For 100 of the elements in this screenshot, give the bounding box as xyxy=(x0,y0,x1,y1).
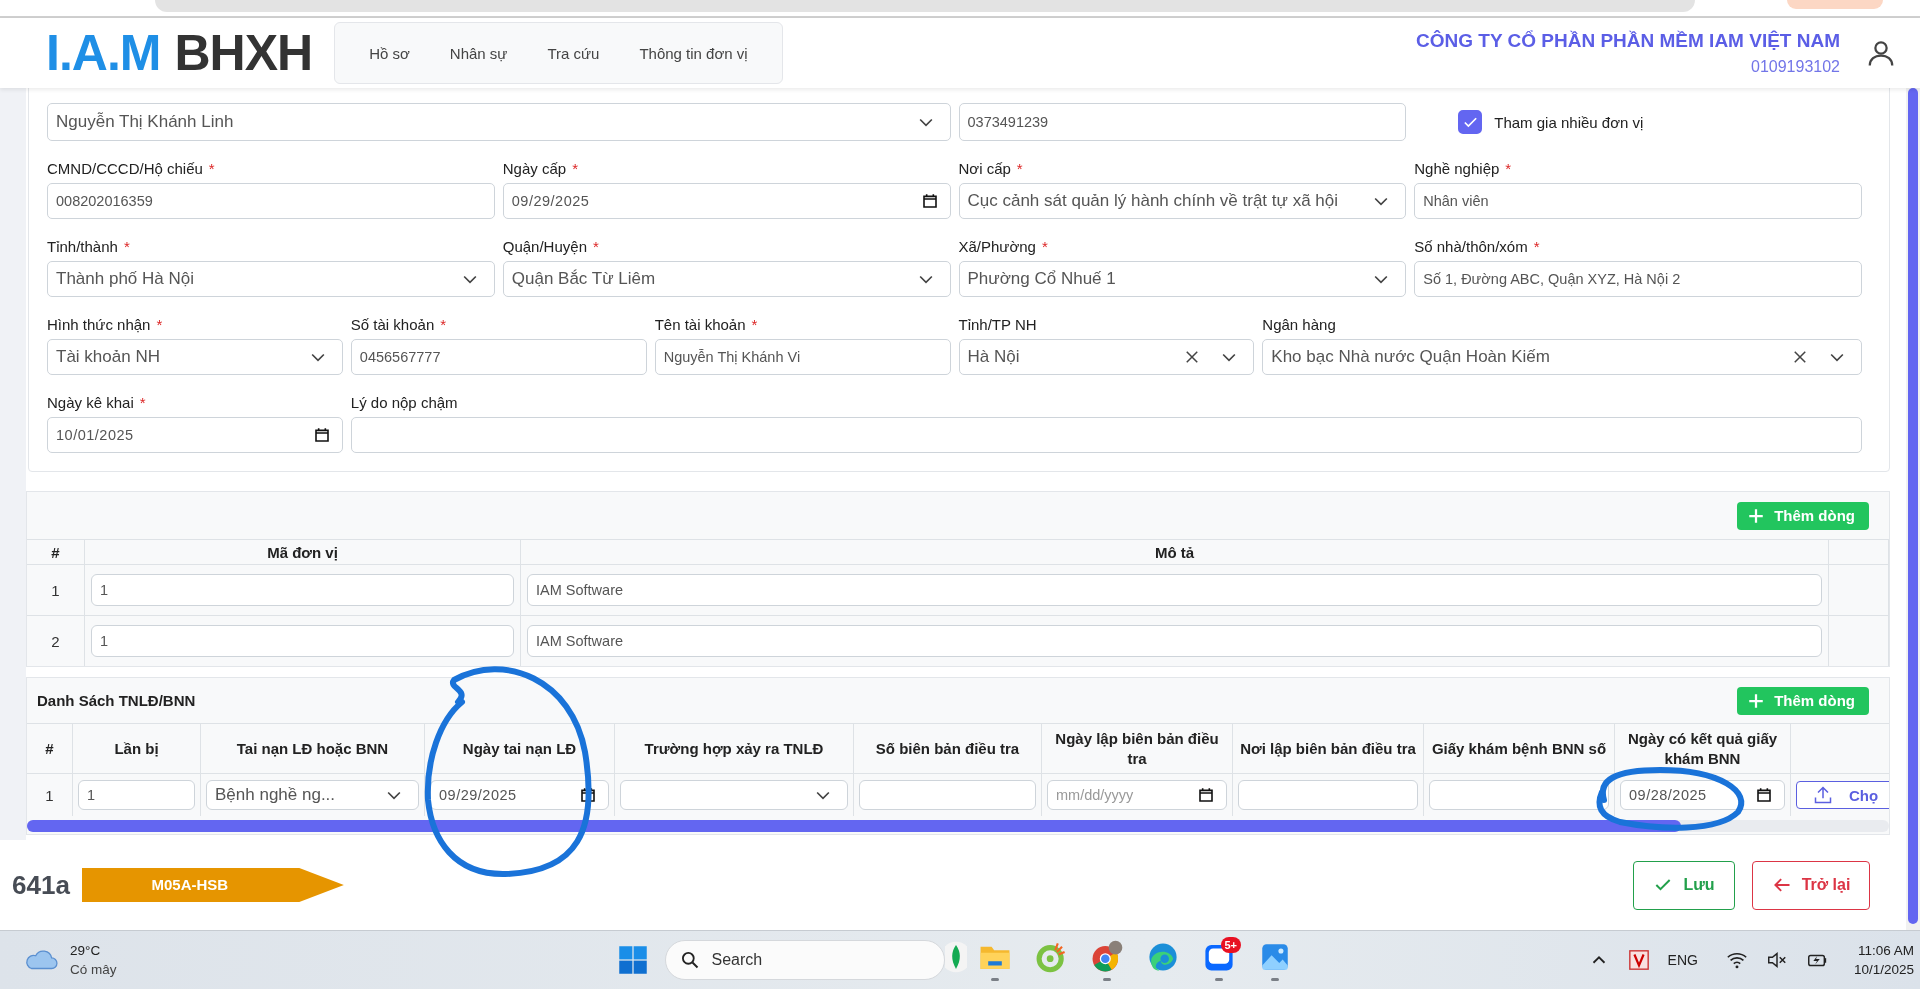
field-label: Nghề nghiệp xyxy=(1414,160,1500,177)
text-field[interactable]: 008202016359 xyxy=(47,183,495,219)
required-mark: * xyxy=(440,316,447,333)
text-field[interactable]: 1 xyxy=(78,780,195,810)
select-field[interactable]: Bệnh nghề ng... xyxy=(206,780,419,810)
form-tag: M05A-HSB xyxy=(81,868,344,902)
column-header: Mã đơn vị xyxy=(85,539,521,564)
select-field[interactable]: Thành phố Hà Nội xyxy=(47,261,495,297)
back-button[interactable]: Trở lại xyxy=(1752,860,1870,910)
select-field[interactable]: Cục cảnh sát quản lý hành chính về trật tự xã hội xyxy=(958,183,1407,219)
field-label: Ngày kê khai xyxy=(47,394,134,411)
scrollbar-thumb[interactable] xyxy=(1908,88,1918,924)
notification-badge: 5+ xyxy=(1220,937,1242,953)
calendar-icon[interactable] xyxy=(313,427,330,443)
column-header: # xyxy=(27,539,85,564)
windows-start-icon[interactable] xyxy=(617,945,648,975)
nav-tab[interactable]: Thông tin đơn vị xyxy=(619,38,768,68)
field-label: Tỉnh/TP NH xyxy=(958,316,1037,333)
required-mark: * xyxy=(593,238,599,255)
required-mark: * xyxy=(156,316,163,333)
text-field[interactable]: Nhân viên xyxy=(1414,183,1862,219)
field-label: Quận/Huyện xyxy=(502,238,587,255)
date-field[interactable]: 09/29/2025 xyxy=(430,780,609,810)
calendar-icon[interactable] xyxy=(1756,787,1772,803)
weather-condition: Có mây xyxy=(70,961,117,979)
field-label: Tỉnh/thành xyxy=(47,238,118,255)
field-label: Hình thức nhận xyxy=(47,316,151,333)
column-header: Nơi lập biên bản điều tra xyxy=(1233,723,1424,773)
required-mark: * xyxy=(751,316,758,333)
clock-time[interactable]: 11:06 AM xyxy=(1853,941,1914,960)
logo-text: BHXH xyxy=(174,24,313,82)
field-label: Ngày cấp xyxy=(502,160,567,177)
language-indicator[interactable]: ENG xyxy=(1667,952,1698,968)
row-number: 1 xyxy=(27,773,73,816)
text-field[interactable]: Nguyễn Thị Khánh Vi xyxy=(654,339,951,375)
calendar-icon[interactable] xyxy=(580,787,596,803)
select-field[interactable]: Phường Cổ Nhuế 1 xyxy=(958,261,1407,297)
plus-icon xyxy=(1747,506,1766,525)
form-code: 641a xyxy=(12,869,70,901)
app-icon[interactable] xyxy=(1627,949,1650,971)
calendar-icon[interactable] xyxy=(921,193,938,209)
search-icon xyxy=(679,950,700,970)
text-field[interactable]: 0456567777 xyxy=(350,339,647,375)
column-header: Tai nạn LĐ hoặc BNN xyxy=(201,723,425,773)
select-field[interactable]: Tài khoản NH xyxy=(47,339,343,375)
table-title: Danh Sách TNLĐ/BNN xyxy=(37,692,196,709)
upload-icon xyxy=(1813,785,1833,805)
search-field[interactable]: Search xyxy=(664,940,945,980)
column-header: Số biên bản điều tra xyxy=(854,723,1042,773)
plus-icon xyxy=(1747,691,1766,710)
text-field[interactable]: 1 xyxy=(91,574,514,606)
text-field[interactable]: 1 xyxy=(91,625,514,657)
text-field[interactable]: IAM Software xyxy=(527,574,1822,606)
company-name: CÔNG TY CỔ PHẦN PHẦN MỀM IAM VIỆT NAM xyxy=(1416,30,1840,52)
row-number: 2 xyxy=(27,615,85,666)
checkbox[interactable] xyxy=(1458,110,1483,134)
text-field[interactable]: 0373491239 xyxy=(958,103,1407,141)
speaker-muted-icon[interactable] xyxy=(1765,949,1788,971)
column-header: Ngày có kết quả giấy khám BNN xyxy=(1615,723,1791,773)
field-label: Số nhà/thôn/xóm xyxy=(1414,238,1528,255)
text-field[interactable] xyxy=(350,417,1862,453)
select-field[interactable] xyxy=(620,780,848,810)
text-field[interactable]: Số 1, Đường ABC, Quận XYZ, Hà Nội 2 xyxy=(1414,261,1862,297)
field-label: Ngân hàng xyxy=(1262,316,1336,333)
nav-tab[interactable]: Tra cứu xyxy=(527,38,620,68)
required-mark: * xyxy=(1533,238,1540,255)
checkbox-label: Tham gia nhiều đơn vị xyxy=(1494,113,1644,131)
required-mark: * xyxy=(123,238,130,255)
column-header: # xyxy=(27,723,73,773)
required-mark: * xyxy=(1016,160,1023,177)
text-field[interactable] xyxy=(1429,780,1609,810)
field-label: Nơi cấp xyxy=(958,160,1011,177)
select-field[interactable]: Quận Bắc Từ Liêm xyxy=(502,261,951,297)
nav-tab[interactable]: Nhân sự xyxy=(429,38,528,68)
column-header: Lần bị xyxy=(73,723,201,773)
clear-icon[interactable] xyxy=(1791,348,1809,366)
tax-code: 0109193102 xyxy=(1750,58,1840,76)
user-icon[interactable] xyxy=(1866,38,1896,68)
text-field[interactable] xyxy=(1238,780,1418,810)
nav-tab[interactable]: Hồ sơ xyxy=(349,38,430,68)
temperature: 29°C xyxy=(70,942,102,960)
scrollbar[interactable] xyxy=(1906,88,1920,930)
select-field[interactable]: Nguyễn Thị Khánh Linh xyxy=(47,103,951,141)
field-label: Số tài khoản xyxy=(350,316,435,333)
date-field[interactable]: 09/28/2025 xyxy=(1620,780,1785,810)
select-field[interactable]: Hà Nội xyxy=(958,339,1255,375)
field-label: Lý do nộp chậm xyxy=(350,394,458,411)
column-header: Trường hợp xảy ra TNLĐ xyxy=(615,723,854,773)
required-mark: * xyxy=(572,160,578,177)
select-field[interactable]: Kho bạc Nhà nước Quận Hoàn Kiếm xyxy=(1262,339,1862,375)
text-field[interactable] xyxy=(859,780,1036,810)
date-field[interactable]: 10/01/2025 xyxy=(47,417,343,453)
date-field[interactable]: 09/29/2025 xyxy=(502,183,951,219)
text-field[interactable]: IAM Software xyxy=(527,625,1822,657)
calendar-icon[interactable] xyxy=(1198,787,1214,803)
required-mark: * xyxy=(208,160,215,177)
column-header: Ngày tai nạn LĐ xyxy=(425,723,615,773)
field-label: Tên tài khoản xyxy=(654,316,746,333)
clock-date[interactable]: 10/1/2025 xyxy=(1853,960,1914,979)
upload-button[interactable]: Chọ xyxy=(1796,781,1889,809)
